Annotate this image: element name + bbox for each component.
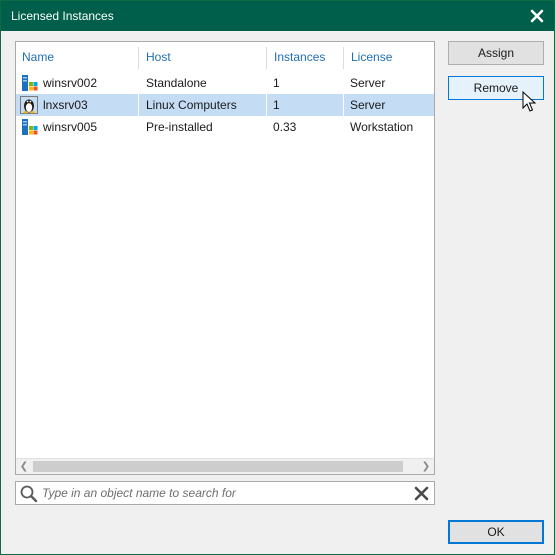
close-button[interactable] [528, 7, 546, 25]
row-host: Standalone [146, 76, 207, 90]
dialog-title: Licensed Instances [11, 9, 114, 23]
row-host: Linux Computers [146, 98, 237, 112]
column-separator[interactable] [266, 47, 267, 69]
windows-server-icon [22, 75, 38, 91]
search-box [15, 481, 435, 505]
list-header: Name Host Instances License [16, 42, 434, 72]
row-separator [266, 94, 267, 116]
linux-penguin-icon [20, 96, 38, 114]
row-instances: 1 [273, 98, 280, 112]
ok-button[interactable]: OK [448, 520, 544, 544]
row-separator [138, 94, 139, 116]
scrollbar-thumb[interactable] [33, 461, 403, 472]
row-license: Server [350, 98, 386, 112]
row-name: lnxsrv03 [43, 98, 88, 112]
remove-button[interactable]: Remove [448, 76, 544, 100]
horizontal-scrollbar[interactable]: ❮ ❯ [16, 458, 434, 474]
column-header-host[interactable]: Host [140, 42, 266, 72]
row-instances: 0.33 [273, 120, 297, 134]
instances-list: Name Host Instances License winsrv002 St… [15, 41, 435, 475]
column-separator[interactable] [343, 47, 344, 69]
licensed-instances-dialog: Licensed Instances Name Host Instances L… [0, 0, 555, 555]
close-icon [530, 9, 544, 23]
row-separator [343, 94, 344, 116]
row-license: Server [350, 76, 386, 90]
windows-server-icon [22, 119, 38, 135]
row-instances: 1 [273, 76, 280, 90]
assign-button[interactable]: Assign [448, 41, 544, 65]
search-input[interactable] [42, 484, 402, 502]
row-license: Workstation [350, 120, 414, 134]
table-row[interactable]: winsrv005 Pre-installed 0.33 Workstation [16, 116, 434, 138]
column-header-license[interactable]: License [345, 42, 434, 72]
table-row[interactable]: lnxsrv03 Linux Computers 1 Server [16, 94, 434, 116]
row-name: winsrv005 [43, 120, 98, 134]
column-separator[interactable] [138, 47, 139, 69]
clear-icon [414, 486, 429, 501]
clear-search-button[interactable] [413, 485, 430, 502]
scroll-left-icon[interactable]: ❮ [16, 459, 32, 475]
search-icon [20, 485, 38, 503]
title-bar: Licensed Instances [1, 1, 554, 31]
scroll-right-icon[interactable]: ❯ [418, 459, 434, 475]
table-row[interactable]: winsrv002 Standalone 1 Server [16, 72, 434, 94]
row-name: winsrv002 [43, 76, 98, 90]
row-host: Pre-installed [146, 120, 213, 134]
column-header-instances[interactable]: Instances [268, 42, 343, 72]
column-header-name[interactable]: Name [16, 42, 138, 72]
